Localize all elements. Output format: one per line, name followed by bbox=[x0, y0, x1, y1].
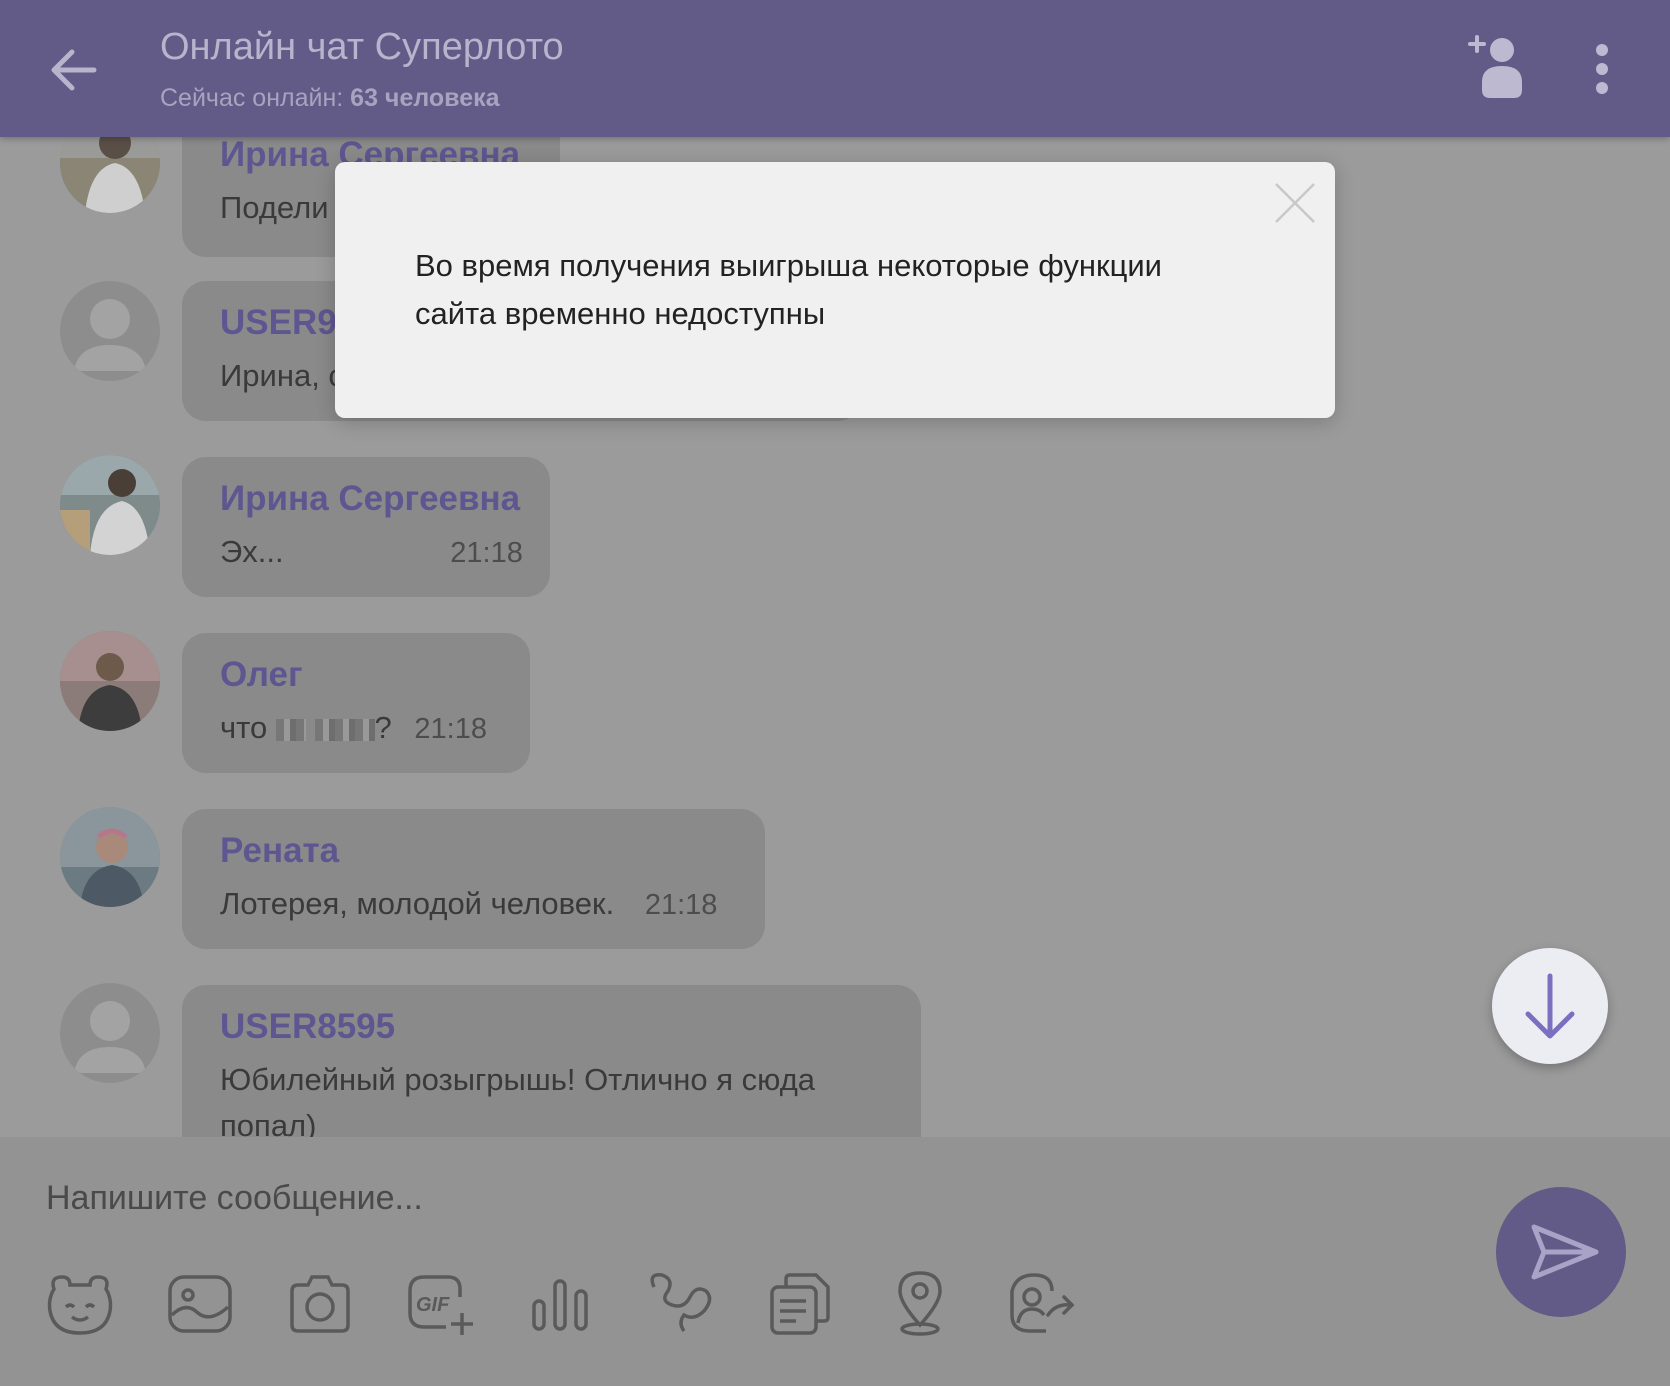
location-button[interactable] bbox=[884, 1267, 956, 1339]
censored-word bbox=[314, 718, 375, 741]
message-text: что ? 21:18 bbox=[220, 705, 492, 752]
more-vertical-icon bbox=[1596, 44, 1608, 94]
back-button[interactable] bbox=[44, 40, 104, 100]
message-sender[interactable]: USER8595 bbox=[220, 1007, 883, 1047]
more-options-button[interactable] bbox=[1582, 44, 1622, 94]
message-time: 21:18 bbox=[450, 537, 523, 569]
message-text-content: Лотерея, молодой человек. bbox=[220, 886, 615, 921]
file-button[interactable] bbox=[764, 1267, 836, 1339]
doodle-icon bbox=[650, 1273, 712, 1333]
message-text-end: ? bbox=[374, 710, 392, 745]
message-composer: GIF bbox=[0, 1137, 1670, 1386]
poll-button[interactable] bbox=[524, 1267, 596, 1339]
modal-close-button[interactable] bbox=[1272, 180, 1318, 226]
message-text-line: попал) bbox=[220, 1108, 317, 1137]
message-sender[interactable]: Рената bbox=[220, 831, 727, 871]
message-sender[interactable]: Ирина Сергеевна bbox=[220, 479, 520, 519]
close-icon bbox=[1275, 183, 1315, 223]
add-user-icon bbox=[1468, 35, 1522, 98]
message-text-content: Эх... bbox=[220, 534, 284, 569]
message-text-line: Юбилейный розыгрышь! Отлично я сюда bbox=[220, 1062, 816, 1097]
online-label: Сейчас онлайн: bbox=[160, 84, 344, 112]
message-bubble: Олег что ? 21:18 bbox=[182, 633, 530, 773]
image-button[interactable] bbox=[164, 1267, 236, 1339]
message-text: Юбилейный розыгрышь! Отлично я сюда попа… bbox=[220, 1057, 883, 1137]
censored-word bbox=[275, 718, 306, 741]
scroll-down-button[interactable] bbox=[1492, 948, 1608, 1064]
online-status: Сейчас онлайн: 63 человека bbox=[160, 84, 500, 113]
chat-header: Онлайн чат Суперлото Сейчас онлайн: 63 ч… bbox=[0, 0, 1670, 137]
file-icon bbox=[770, 1273, 830, 1335]
avatar[interactable] bbox=[60, 455, 160, 555]
share-contact-icon bbox=[1010, 1273, 1075, 1333]
modal-message: Во время получения выигрыша некоторые фу… bbox=[415, 248, 1162, 331]
sticker-button[interactable] bbox=[44, 1267, 116, 1339]
gif-icon: GIF bbox=[408, 1275, 473, 1335]
avatar[interactable] bbox=[60, 807, 160, 907]
gif-label: GIF bbox=[416, 1294, 450, 1316]
image-icon bbox=[168, 1275, 232, 1333]
user-placeholder-icon bbox=[74, 1001, 146, 1073]
location-icon bbox=[898, 1271, 942, 1336]
avatar[interactable] bbox=[60, 137, 160, 213]
online-count: 63 человека bbox=[350, 84, 500, 112]
user-placeholder-icon bbox=[74, 299, 146, 371]
avatar[interactable] bbox=[60, 281, 160, 381]
message-bubble: USER8595 Юбилейный розыгрышь! Отлично я … bbox=[182, 985, 921, 1137]
arrow-down-icon bbox=[1525, 973, 1575, 1039]
message-bubble: Ирина Сергеевна Эх... 21:18 bbox=[182, 457, 550, 597]
camera-button[interactable] bbox=[284, 1267, 356, 1339]
avatar[interactable] bbox=[60, 983, 160, 1083]
message-text-content: что bbox=[220, 710, 268, 745]
camera-icon bbox=[290, 1275, 350, 1333]
message-text: Лотерея, молодой человек. 21:18 bbox=[220, 881, 727, 928]
add-user-button[interactable] bbox=[1466, 30, 1530, 106]
message-input[interactable] bbox=[44, 1167, 1448, 1229]
send-button[interactable] bbox=[1496, 1187, 1626, 1317]
gif-button[interactable]: GIF bbox=[404, 1267, 476, 1339]
notice-modal: Во время получения выигрыша некоторые фу… bbox=[335, 162, 1335, 418]
sticker-icon bbox=[47, 1275, 113, 1335]
send-icon bbox=[1531, 1224, 1599, 1280]
message-sender[interactable]: Олег bbox=[220, 655, 492, 695]
doodle-button[interactable] bbox=[644, 1267, 716, 1339]
message-time: 21:18 bbox=[414, 713, 487, 745]
chat-title: Онлайн чат Суперлото bbox=[160, 26, 564, 68]
arrow-left-icon bbox=[51, 49, 97, 91]
avatar[interactable] bbox=[60, 631, 160, 731]
message-bubble: Рената Лотерея, молодой человек. 21:18 bbox=[182, 809, 765, 949]
share-contact-button[interactable] bbox=[1004, 1267, 1076, 1339]
poll-icon bbox=[532, 1279, 588, 1331]
message-text: Эх... 21:18 bbox=[220, 529, 523, 576]
message-time: 21:18 bbox=[644, 889, 718, 921]
